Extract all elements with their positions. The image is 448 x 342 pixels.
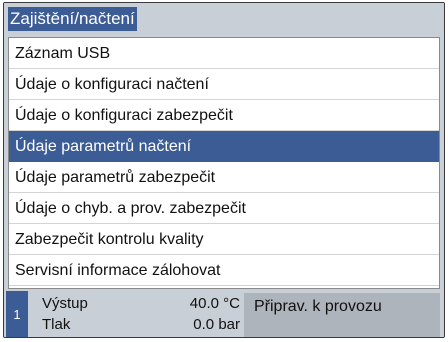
menu-item-save-parameters[interactable]: Údaje parametrů zabezpečit xyxy=(9,162,439,193)
menu-item-load-config[interactable]: Údaje o konfiguraci načtení xyxy=(9,69,439,100)
menu-item-backup-service-info[interactable]: Servisní informace zálohovat xyxy=(9,255,439,286)
output-label: Výstup xyxy=(42,295,88,312)
screen-title: Zajištění/načtení xyxy=(8,7,137,31)
menu-item-save-quality-control[interactable]: Zabezpečit kontrolu kvality xyxy=(9,224,439,255)
menu-item-usb-record[interactable]: Záznam USB xyxy=(9,38,439,69)
pressure-value: 0.0 bar xyxy=(193,316,240,333)
status-readings: Výstup 40.0 °C Tlak 0.0 bar xyxy=(32,293,240,337)
pressure-row: Tlak 0.0 bar xyxy=(32,314,240,335)
unit-number-badge: 1 xyxy=(6,291,28,337)
status-bar: 1 Výstup 40.0 °C Tlak 0.0 bar Připrav. k… xyxy=(4,291,444,337)
menu-list: Záznam USB Údaje o konfiguraci načtení Ú… xyxy=(8,37,440,289)
operating-state: Připrav. k provozu xyxy=(244,293,440,337)
output-row: Výstup 40.0 °C xyxy=(32,293,240,314)
output-value: 40.0 °C xyxy=(189,295,240,312)
title-bar: Zajištění/načtení xyxy=(4,3,444,37)
menu-item-load-parameters[interactable]: Údaje parametrů načtení xyxy=(9,131,439,162)
pressure-label: Tlak xyxy=(42,316,71,333)
menu-item-save-error-log[interactable]: Údaje o chyb. a prov. zabezpečit xyxy=(9,193,439,224)
device-screen: Zajištění/načtení Záznam USB Údaje o kon… xyxy=(3,2,445,338)
menu-item-save-config[interactable]: Údaje o konfiguraci zabezpečit xyxy=(9,100,439,131)
